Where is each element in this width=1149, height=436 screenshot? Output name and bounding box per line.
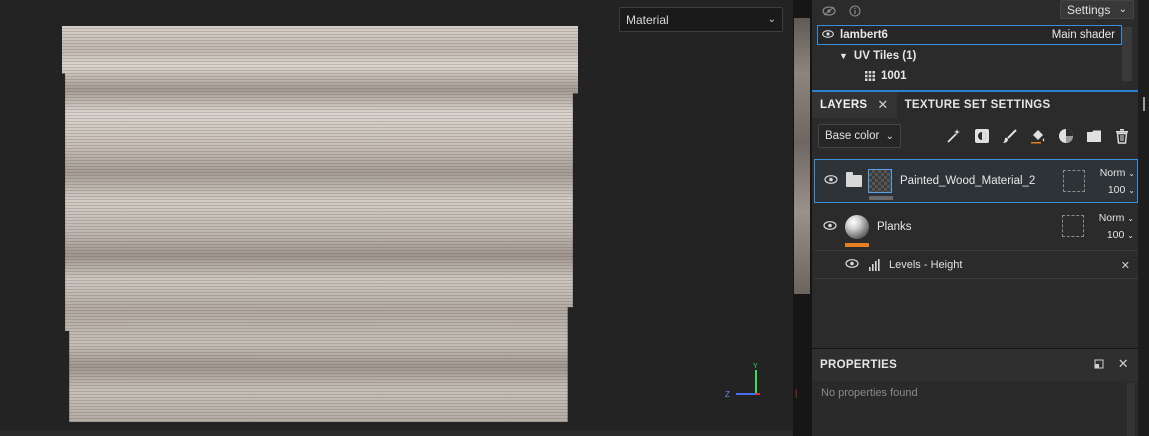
- gizmo-y-label: Y: [753, 363, 758, 370]
- chevron-down-icon: ⌄: [1127, 214, 1134, 223]
- blend-controls[interactable]: Norm ⌄ 100 ⌄: [1093, 165, 1135, 199]
- effect-row[interactable]: Levels - Height ✕: [814, 252, 1138, 278]
- chevron-down-icon: ⌄: [1128, 169, 1135, 178]
- right-panel: Settings ⌄ lambert6 Main shader ▼ UV Til…: [811, 0, 1139, 436]
- mask-slot[interactable]: [1062, 215, 1084, 237]
- add-effect-icon[interactable]: [1057, 127, 1075, 145]
- folder-icon[interactable]: [1085, 127, 1103, 145]
- layer-row[interactable]: Planks Norm ⌄ 100 ⌄: [814, 205, 1138, 249]
- settings-dropdown[interactable]: Settings ⌄: [1060, 0, 1134, 19]
- levels-icon: [869, 259, 880, 271]
- uv-tile-row[interactable]: 1001: [817, 66, 1122, 86]
- layer-color-bar: [869, 196, 893, 200]
- viewport-display-select[interactable]: Material ⌄: [619, 7, 783, 32]
- opacity-value[interactable]: 100: [1108, 184, 1126, 196]
- 3d-viewport[interactable]: Material ⌄ Y Z: [0, 0, 793, 436]
- texture-set-list: lambert6 Main shader ▼ UV Tiles (1) 1001: [817, 25, 1122, 85]
- tab-texture-set-settings-label: TEXTURE SET SETTINGS: [904, 99, 1051, 111]
- viewport-display-value: Material: [626, 12, 669, 27]
- secondary-viewport-strip[interactable]: |: [793, 0, 811, 436]
- blend-mode[interactable]: Norm: [1099, 212, 1125, 224]
- texture-set-row[interactable]: lambert6 Main shader: [817, 25, 1122, 45]
- channel-select[interactable]: Base color ⌄: [818, 124, 901, 148]
- trash-icon[interactable]: [1113, 127, 1131, 145]
- collapse-arrow-icon[interactable]: ▼: [839, 51, 848, 61]
- texture-set-topbar: Settings ⌄: [812, 0, 1139, 22]
- layer-thumbnail[interactable]: [868, 169, 893, 200]
- layers-toolbar: Base color ⌄: [812, 118, 1139, 154]
- viewport-status-strip: [0, 430, 811, 436]
- eye-icon[interactable]: [823, 221, 839, 233]
- eye-icon[interactable]: [822, 29, 836, 41]
- material-preview-plane[interactable]: [62, 26, 578, 422]
- magic-wand-icon[interactable]: [945, 127, 963, 145]
- uv-preview-strip: [794, 18, 810, 294]
- properties-title: PROPERTIES: [820, 359, 898, 371]
- paint-brush-icon[interactable]: [1001, 127, 1019, 145]
- uv-tile-name: 1001: [881, 70, 907, 82]
- blend-mode[interactable]: Norm: [1100, 167, 1126, 179]
- fill-bucket-icon[interactable]: [1029, 127, 1047, 145]
- uv-marker: |: [795, 388, 798, 398]
- right-dock-edge: [1138, 0, 1149, 436]
- layer-name[interactable]: Planks: [877, 221, 912, 233]
- tab-layers[interactable]: LAYERS ✕: [812, 92, 897, 118]
- mask-slot[interactable]: [1063, 170, 1085, 192]
- tab-texture-set-settings[interactable]: TEXTURE SET SETTINGS: [897, 92, 1059, 118]
- eye-icon[interactable]: [845, 259, 861, 271]
- chevron-down-icon: ⌄: [1127, 231, 1134, 240]
- divider: [814, 250, 1138, 251]
- eye-hidden-icon[interactable]: [820, 4, 838, 18]
- popout-icon[interactable]: [1094, 359, 1104, 372]
- close-icon[interactable]: ✕: [1118, 357, 1129, 372]
- properties-empty-text: No properties found: [821, 387, 918, 399]
- info-icon[interactable]: [846, 4, 864, 18]
- folder-icon: [846, 172, 862, 187]
- divider: [814, 278, 1138, 279]
- chevron-down-icon: ⌄: [885, 130, 894, 142]
- chevron-down-icon: ⌄: [1128, 186, 1135, 195]
- material-name: lambert6: [840, 29, 888, 41]
- properties-panel: PROPERTIES ✕ No properties found: [812, 348, 1139, 436]
- effect-name[interactable]: Levels - Height: [889, 259, 962, 271]
- settings-label: Settings: [1067, 2, 1111, 17]
- chevron-down-icon: ⌄: [767, 14, 776, 25]
- gizmo-z-label: Z: [725, 390, 730, 399]
- texture-set-scrollbar[interactable]: [1122, 27, 1132, 81]
- uv-tiles-label: UV Tiles (1): [853, 50, 917, 62]
- channel-value: Base color: [825, 130, 880, 142]
- layer-row[interactable]: Painted_Wood_Material_2 Norm ⌄ 100 ⌄: [814, 159, 1138, 203]
- tab-layers-label: LAYERS: [820, 99, 868, 111]
- axis-gizmo: Y Z: [725, 363, 760, 399]
- eye-icon[interactable]: [824, 175, 840, 187]
- grid-icon: [865, 71, 875, 81]
- blend-controls[interactable]: Norm ⌄ 100 ⌄: [1092, 210, 1134, 244]
- material-shader[interactable]: Main shader: [1052, 29, 1115, 41]
- dock-handle[interactable]: [1143, 97, 1145, 111]
- close-icon[interactable]: ✕: [1121, 259, 1130, 272]
- layer-color-bar: [845, 243, 869, 247]
- panel-tabs: LAYERS ✕ TEXTURE SET SETTINGS: [812, 90, 1139, 118]
- properties-scrollbar[interactable]: [1127, 383, 1135, 436]
- chevron-down-icon: ⌄: [1118, 4, 1127, 15]
- uv-tiles-row[interactable]: ▼ UV Tiles (1): [817, 46, 1122, 66]
- material-sphere-thumbnail[interactable]: [845, 215, 869, 247]
- properties-header: PROPERTIES ✕: [812, 349, 1139, 381]
- layer-name[interactable]: Painted_Wood_Material_2: [900, 175, 1035, 187]
- opacity-value[interactable]: 100: [1107, 229, 1125, 241]
- close-icon[interactable]: ✕: [877, 97, 888, 113]
- add-mask-icon[interactable]: [973, 127, 991, 145]
